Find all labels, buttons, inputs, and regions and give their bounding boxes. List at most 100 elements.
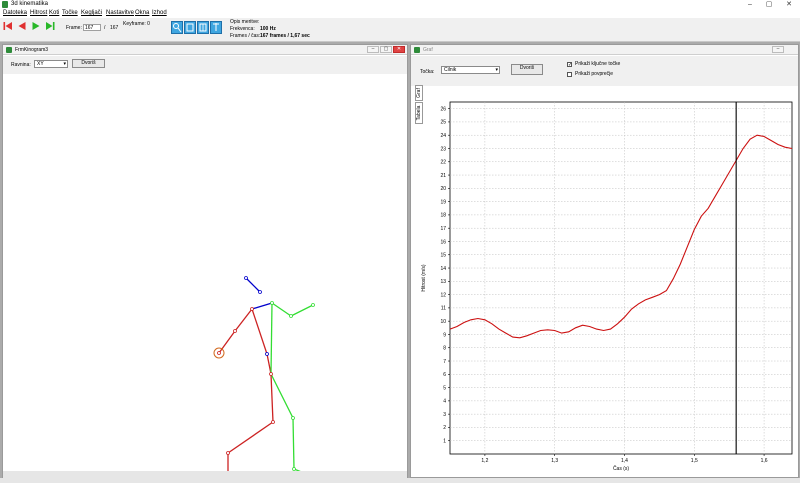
frame-icon — [199, 23, 207, 32]
kinogram-maximize-button[interactable]: ▢ — [380, 46, 392, 53]
shoulder-segment — [251, 302, 273, 310]
y-axis-label: Hitrost (m/s) — [421, 264, 427, 292]
kinogram-title: FrmKinogram3 — [15, 47, 49, 53]
view-icon — [186, 23, 194, 32]
left-forearm — [218, 330, 236, 354]
y-tick-label: 1 — [443, 439, 446, 445]
y-tick-label: 21 — [440, 173, 446, 179]
joint-elbow-r — [289, 314, 293, 318]
menu-koti[interactable]: Koti — [49, 10, 59, 17]
menu-nastavitve[interactable]: Nastavitve — [106, 10, 134, 17]
kinogram-toolbar: Ravnina: XY ▾ Dvoriš — [3, 56, 407, 74]
chevron-down-icon: ▾ — [63, 61, 66, 67]
menu-bar: Datoteka Hitrost Koti Točke Kegljači Nas… — [0, 9, 800, 18]
tool-export-button[interactable] — [210, 21, 222, 34]
frequency-label: Frekvenca: — [230, 26, 255, 32]
y-tick-label: 15 — [440, 253, 446, 259]
joint-head-bot — [258, 290, 262, 294]
joint-foot-l — [226, 451, 230, 455]
left-thigh — [270, 373, 274, 423]
y-tick-label: 8 — [443, 346, 446, 352]
graf-window: Graf – Točka: Cilnik ▾ Dvoriš ✓ Prikaži … — [410, 44, 799, 478]
y-tick-label: 23 — [440, 146, 446, 152]
joint-knee-l — [271, 420, 275, 424]
kinogram-window: FrmKinogram3 – ▢ ✕ Ravnina: XY ▾ Dvoriš — [2, 44, 408, 478]
left-upper-arm — [234, 308, 253, 332]
x-tick-label: 1,2 — [481, 458, 488, 464]
ravnina-value: XY — [37, 61, 44, 67]
y-tick-label: 24 — [440, 133, 446, 139]
kinogram-minimize-button[interactable]: – — [367, 46, 379, 53]
tool-frame-button[interactable] — [197, 21, 209, 34]
menu-tocke[interactable]: Točke — [62, 10, 78, 17]
menu-datoteka[interactable]: Datoteka — [3, 10, 27, 17]
right-torso — [270, 302, 273, 375]
ravnina-label: Ravnina: — [11, 62, 31, 68]
kljucne-tocke-checkbox[interactable]: ✓ — [567, 62, 573, 68]
joint-shoulder-r — [270, 301, 274, 305]
first-frame-icon[interactable] — [3, 21, 13, 31]
y-tick-label: 5 — [443, 385, 446, 391]
checkmark-icon: ✓ — [568, 62, 573, 68]
joint-hand-l — [217, 351, 221, 355]
tocka-select[interactable]: Cilnik ▾ — [441, 66, 500, 74]
menu-kegljaci[interactable]: Kegljači — [81, 10, 102, 17]
left-torso — [251, 308, 268, 355]
x-tick-label: 1,3 — [551, 458, 558, 464]
joint-neck — [250, 307, 254, 311]
frame-label: Frame: — [66, 25, 82, 31]
x-tick-label: 1,5 — [691, 458, 698, 464]
left-shin — [227, 421, 274, 454]
kinogram-hscrollbar[interactable] — [3, 471, 407, 478]
tool-view-button[interactable] — [184, 21, 196, 34]
mdi-workspace: FrmKinogram3 – ▢ ✕ Ravnina: XY ▾ Dvoriš … — [0, 42, 800, 483]
graf-toolbar: Točka: Cilnik ▾ Dvoriš ✓ Prikaži ključne… — [411, 56, 798, 86]
window-icon — [6, 47, 12, 53]
x-tick-label: 1,6 — [761, 458, 768, 464]
maximize-button[interactable]: ▢ — [762, 0, 776, 9]
joint-hip-r — [269, 372, 273, 376]
y-tick-label: 6 — [443, 372, 446, 378]
tool-zoom-button[interactable] — [171, 21, 183, 34]
y-tick-label: 17 — [440, 226, 446, 232]
kinogram-redraw-button[interactable]: Dvoriš — [72, 59, 105, 68]
x-axis-label: Čas (s) — [613, 465, 629, 472]
y-tick-label: 4 — [443, 399, 446, 405]
previous-frame-icon[interactable] — [17, 21, 27, 31]
plot-area — [449, 101, 793, 455]
menu-hitrost[interactable]: Hitrost — [30, 10, 47, 17]
head-segment — [245, 277, 261, 293]
graf-redraw-button[interactable]: Dvoriš — [511, 64, 543, 75]
y-tick-label: 12 — [440, 292, 446, 298]
x-tick-label: 1,4 — [621, 458, 628, 464]
povprecje-label: Prikaži povprečje — [575, 71, 614, 77]
frame-input[interactable]: 167 — [83, 24, 101, 31]
y-tick-label: 25 — [440, 120, 446, 126]
close-button[interactable]: ✕ — [782, 0, 796, 9]
skeleton-canvas — [213, 276, 315, 472]
last-frame-icon[interactable] — [45, 21, 55, 31]
title-bar: 3d kinematika – ▢ ✕ — [0, 0, 800, 9]
frame-total: 167 — [110, 25, 119, 31]
next-frame-icon[interactable] — [31, 21, 41, 31]
kinogram-close-button[interactable]: ✕ — [393, 46, 405, 53]
frames-value: 167 frames / 1,67 sec — [260, 33, 310, 39]
ravnina-select[interactable]: XY ▾ — [34, 60, 68, 68]
y-tick-label: 10 — [440, 319, 446, 325]
frames-label: Frames / čas: — [230, 33, 261, 39]
frequency-value: 100 Hz — [260, 26, 276, 32]
y-tick-label: 22 — [440, 160, 446, 166]
minimize-button[interactable]: – — [743, 0, 757, 9]
keyframe-label: Keyframe: 0 — [123, 21, 150, 27]
right-thigh — [270, 373, 294, 419]
menu-izhod[interactable]: Izhod — [152, 10, 167, 17]
y-tick-label: 14 — [440, 266, 446, 272]
workspace-scrollbar[interactable] — [0, 478, 800, 483]
graf-minimize-button[interactable]: – — [772, 46, 784, 53]
menu-okna[interactable]: Okna — [135, 10, 149, 17]
graf-titlebar: Graf – — [411, 45, 798, 55]
window-icon — [414, 47, 420, 53]
export-icon — [213, 23, 219, 31]
povprecje-checkbox[interactable] — [567, 72, 572, 77]
joint-head-top — [244, 276, 248, 280]
